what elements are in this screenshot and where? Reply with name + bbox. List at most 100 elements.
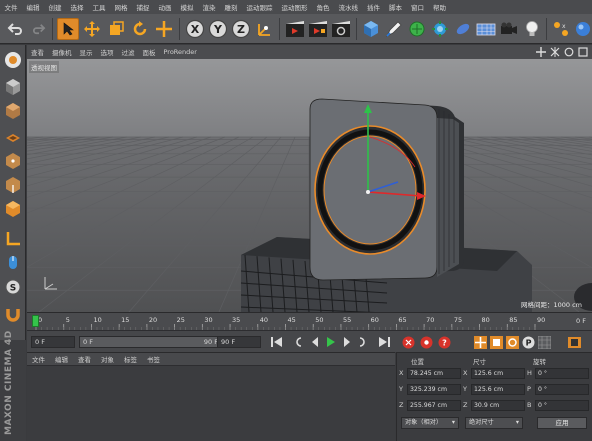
next-key-button[interactable] bbox=[355, 335, 370, 349]
playhead-marker[interactable] bbox=[32, 315, 39, 327]
size-x-field[interactable]: 125.6 cm bbox=[471, 368, 525, 379]
cube-object-button[interactable] bbox=[360, 17, 382, 41]
timeline-menu-button[interactable] bbox=[567, 335, 582, 349]
object-menu-item-2[interactable]: 查看 bbox=[73, 354, 96, 364]
layout-button[interactable]: x bbox=[550, 17, 572, 41]
menu-item-10[interactable]: 雕刻 bbox=[220, 2, 242, 12]
redo-button[interactable] bbox=[28, 17, 50, 41]
menu-item-9[interactable]: 渲染 bbox=[198, 2, 220, 12]
apply-button[interactable]: 应用 bbox=[537, 417, 587, 429]
key-scale-button[interactable] bbox=[489, 335, 504, 349]
menu-item-7[interactable]: 动画 bbox=[154, 2, 176, 12]
zoom-icon[interactable] bbox=[550, 47, 560, 57]
size-y-field[interactable]: 125.6 cm bbox=[471, 384, 525, 395]
menu-item-1[interactable]: 编辑 bbox=[22, 2, 44, 12]
snapping-button[interactable]: S bbox=[2, 276, 24, 298]
key-rotation-button[interactable] bbox=[505, 335, 520, 349]
pos-z-field[interactable]: 255.967 cm bbox=[407, 400, 461, 411]
previous-key-button[interactable] bbox=[291, 335, 306, 349]
size-mode-dropdown[interactable]: 绝对尺寸 ▾ bbox=[465, 417, 523, 429]
pan-icon[interactable] bbox=[536, 47, 546, 57]
make-editable-button[interactable] bbox=[2, 49, 24, 71]
viewport-menu-item-4[interactable]: 过滤 bbox=[118, 47, 139, 57]
menu-item-18[interactable]: 帮助 bbox=[429, 2, 451, 12]
viewport-menu-item-3[interactable]: 选项 bbox=[97, 47, 118, 57]
light-object-button[interactable] bbox=[521, 17, 543, 41]
keyframe-selection-button[interactable]: ? bbox=[437, 335, 452, 349]
floor-object-button[interactable] bbox=[475, 17, 497, 41]
menu-item-6[interactable]: 捕捉 bbox=[132, 2, 154, 12]
menu-item-16[interactable]: 脚本 bbox=[385, 2, 407, 12]
select-tool-button[interactable] bbox=[57, 17, 79, 41]
menu-item-8[interactable]: 模拟 bbox=[176, 2, 198, 12]
viewport-menu-item-2[interactable]: 显示 bbox=[76, 47, 97, 57]
rotate-tool-button[interactable] bbox=[129, 17, 151, 41]
y-axis-lock-button[interactable]: Y bbox=[207, 17, 229, 41]
rot-b-field[interactable]: 0 ° bbox=[535, 400, 589, 411]
menu-item-4[interactable]: 工具 bbox=[88, 2, 110, 12]
record-keyframe-button[interactable] bbox=[401, 335, 416, 349]
pen-tool-button[interactable] bbox=[383, 17, 405, 41]
camera-object-button[interactable] bbox=[498, 17, 520, 41]
pos-x-field[interactable]: 78.245 cm bbox=[407, 368, 461, 379]
scale-tool-button[interactable] bbox=[105, 17, 127, 41]
timeline-ruler[interactable]: 0 5 10 15 20 25 30 35 40 45 50 55 60 65 70 75 80 85 90 0 F bbox=[27, 312, 592, 330]
texture-mode-button[interactable] bbox=[2, 100, 24, 122]
menu-item-2[interactable]: 创建 bbox=[44, 2, 66, 12]
object-menu-item-4[interactable]: 标签 bbox=[119, 354, 142, 364]
viewport-menu-item-6[interactable]: ProRender bbox=[160, 48, 201, 56]
model-mode-button[interactable] bbox=[2, 76, 24, 98]
object-menu-item-1[interactable]: 编辑 bbox=[50, 354, 73, 364]
edges-mode-button[interactable] bbox=[2, 174, 24, 196]
go-to-end-button[interactable] bbox=[377, 335, 392, 349]
play-button[interactable] bbox=[323, 335, 338, 349]
menu-item-14[interactable]: 流水线 bbox=[334, 2, 363, 12]
workplane-mode-button[interactable] bbox=[2, 124, 24, 146]
subdivision-surface-button[interactable] bbox=[406, 17, 428, 41]
coordinate-system-button[interactable] bbox=[254, 17, 276, 41]
enable-axis-button[interactable] bbox=[2, 228, 24, 250]
frame-range-slider[interactable]: 0 F 90 F bbox=[79, 336, 223, 348]
auto-keying-button[interactable] bbox=[419, 335, 434, 349]
points-mode-button[interactable] bbox=[2, 150, 24, 172]
menu-item-3[interactable]: 选择 bbox=[66, 2, 88, 12]
render-view-button[interactable] bbox=[284, 17, 306, 41]
go-to-start-button[interactable] bbox=[269, 335, 284, 349]
menu-item-5[interactable]: 网格 bbox=[110, 2, 132, 12]
rot-h-field[interactable]: 0 ° bbox=[535, 368, 589, 379]
undo-button[interactable] bbox=[4, 17, 26, 41]
max-frame-field[interactable]: 90 F bbox=[217, 336, 261, 348]
size-z-field[interactable]: 30.9 cm bbox=[471, 400, 525, 411]
menu-item-0[interactable]: 文件 bbox=[0, 2, 22, 12]
polygons-mode-button[interactable] bbox=[2, 198, 24, 220]
tweak-mode-button[interactable] bbox=[2, 252, 24, 274]
z-axis-lock-button[interactable]: Z bbox=[230, 17, 252, 41]
viewport-menu-item-0[interactable]: 查看 bbox=[27, 47, 48, 57]
perspective-viewport[interactable]: 透视视图 网格间距：1000 cm bbox=[27, 59, 592, 312]
x-axis-lock-button[interactable]: X bbox=[184, 17, 206, 41]
viewport-menu-item-1[interactable]: 摄像机 bbox=[48, 47, 76, 57]
pos-y-field[interactable]: 325.239 cm bbox=[407, 384, 461, 395]
menu-item-15[interactable]: 插件 bbox=[363, 2, 385, 12]
live-select-button[interactable] bbox=[153, 17, 175, 41]
menu-item-17[interactable]: 窗口 bbox=[407, 2, 429, 12]
key-parameter-button[interactable]: P bbox=[521, 335, 536, 349]
move-tool-button[interactable] bbox=[81, 17, 103, 41]
menu-item-11[interactable]: 运动跟踪 bbox=[242, 2, 277, 12]
next-frame-button[interactable] bbox=[339, 335, 354, 349]
viewport-menu-item-5[interactable]: 面板 bbox=[139, 47, 160, 57]
object-menu-item-5[interactable]: 书签 bbox=[142, 354, 165, 364]
render-settings-button[interactable] bbox=[330, 17, 352, 41]
sphere-button[interactable] bbox=[572, 17, 592, 41]
menu-item-13[interactable]: 角色 bbox=[312, 2, 334, 12]
object-menu-item-0[interactable]: 文件 bbox=[27, 354, 50, 364]
menu-item-12[interactable]: 运动图形 bbox=[277, 2, 312, 12]
render-picture-viewer-button[interactable] bbox=[307, 17, 329, 41]
cloner-button[interactable] bbox=[429, 17, 451, 41]
previous-frame-button[interactable] bbox=[307, 335, 322, 349]
rot-p-field[interactable]: 0 ° bbox=[535, 384, 589, 395]
coordinate-mode-dropdown[interactable]: 对象（相对） ▾ bbox=[401, 417, 459, 429]
object-menu-item-3[interactable]: 对象 bbox=[96, 354, 119, 364]
orbit-icon[interactable] bbox=[564, 47, 574, 57]
deformer-button[interactable] bbox=[452, 17, 474, 41]
